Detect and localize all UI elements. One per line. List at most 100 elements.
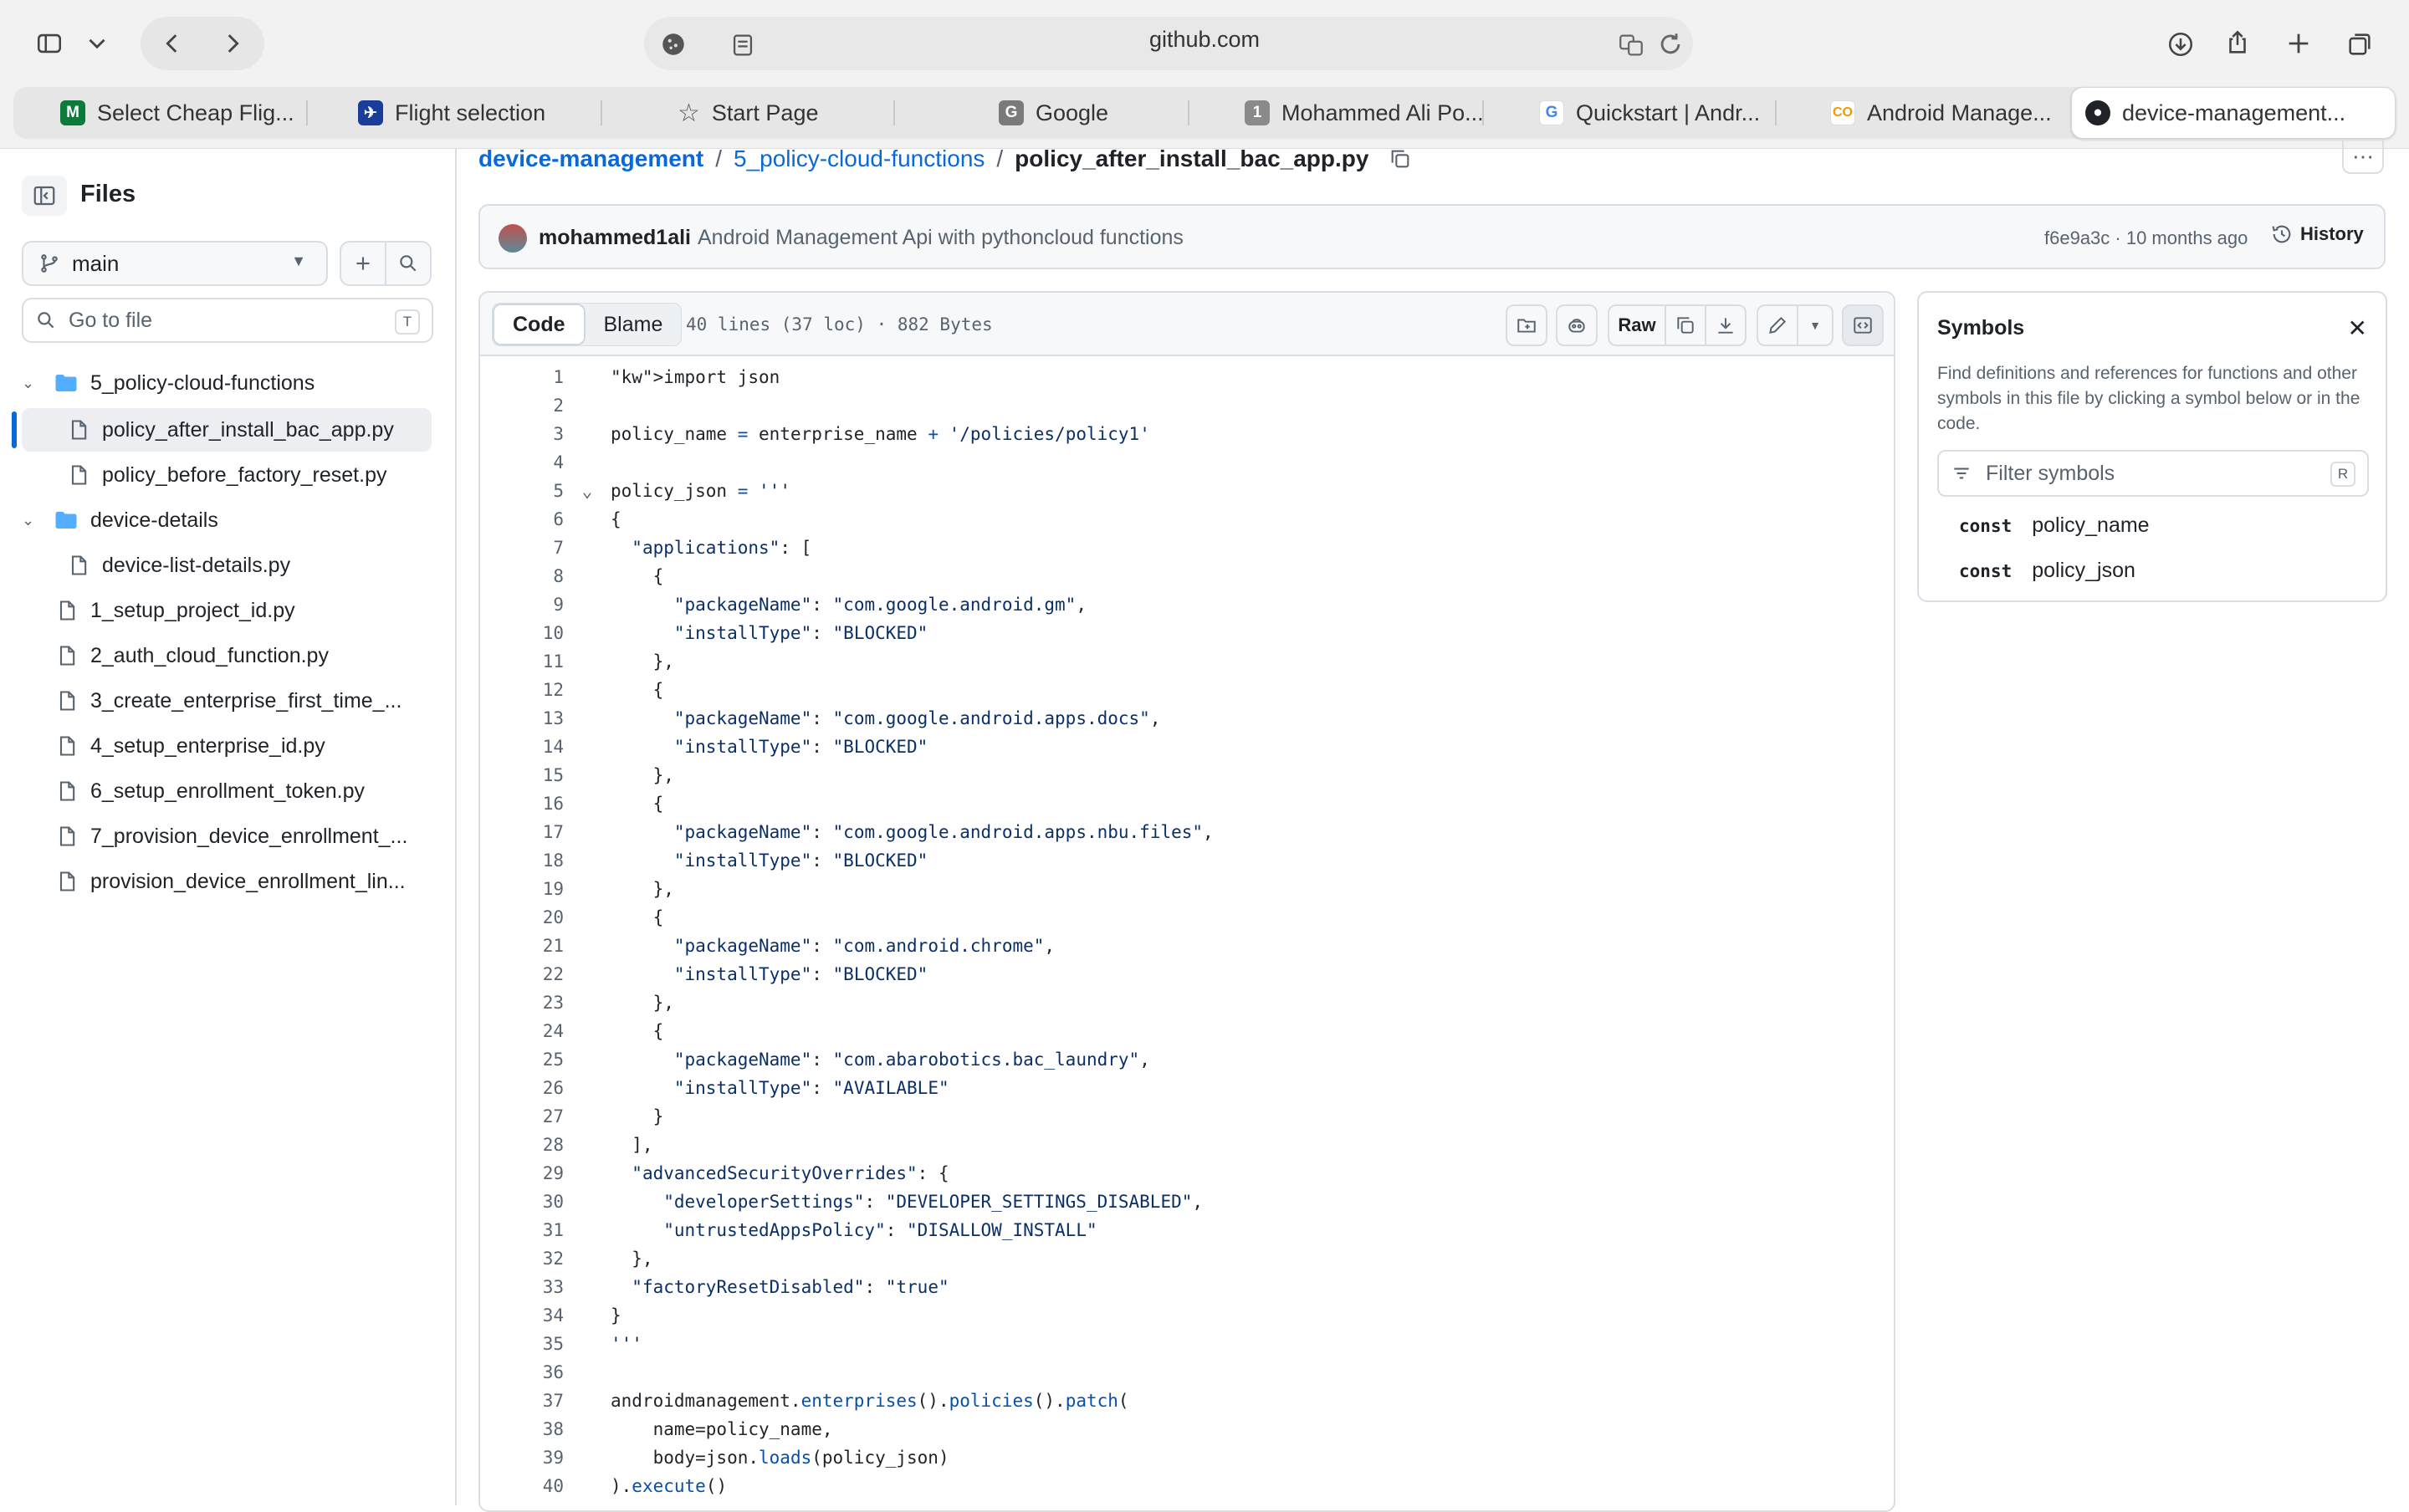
history-button[interactable]: History [2270,222,2364,246]
line-number[interactable]: 2 [480,396,564,416]
line-number[interactable]: 38 [480,1419,564,1439]
line-number[interactable]: 15 [480,765,564,785]
download-raw-button[interactable] [1705,304,1747,346]
code-line[interactable]: 40).execute() [480,1472,1894,1500]
back-icon[interactable] [156,27,189,60]
line-number[interactable]: 7 [480,538,564,558]
code-tab[interactable]: Code [493,304,586,345]
reload-icon[interactable] [1655,28,1686,60]
commit-meta[interactable]: f6e9a3c · 10 months ago [2044,227,2248,249]
line-number[interactable]: 12 [480,680,564,700]
code-line[interactable]: 10 "installType": "BLOCKED" [480,619,1894,647]
tree-file[interactable]: provision_device_enrollment_lin... [22,860,432,903]
code-line[interactable]: 32 }, [480,1244,1894,1273]
code-line[interactable]: 12 { [480,676,1894,704]
go-to-file-input[interactable]: Go to file T [22,298,433,343]
line-number[interactable]: 4 [480,452,564,472]
more-options-button[interactable]: ⋯ [2342,140,2384,174]
tree-folder[interactable]: ⌄ device-details [22,498,432,542]
tree-file[interactable]: 3_create_enterprise_first_time_... [22,679,432,723]
raw-button[interactable]: Raw [1608,304,1666,346]
symbol-item[interactable]: const policy_name [1959,513,2150,538]
tree-file[interactable]: 1_setup_project_id.py [22,589,432,632]
line-number[interactable]: 29 [480,1163,564,1183]
tab-item[interactable]: CO Android Manage... [1817,87,2068,139]
line-number[interactable]: 16 [480,794,564,814]
line-number[interactable]: 11 [480,651,564,672]
line-number[interactable]: 24 [480,1021,564,1041]
code-line[interactable]: 1 "kw">import json [480,363,1894,391]
sidebar-toggle-icon[interactable] [30,25,69,62]
edit-menu-button[interactable]: ▼ [1797,304,1834,346]
tree-file[interactable]: device-list-details.py [22,544,432,587]
line-number[interactable]: 27 [480,1106,564,1126]
code-line[interactable]: 3 policy_name = enterprise_name + '/polic… [480,420,1894,448]
line-number[interactable]: 13 [480,708,564,728]
filter-symbols-input[interactable]: Filter symbols R [1937,450,2369,497]
line-number[interactable]: 37 [480,1391,564,1411]
tree-file-selected[interactable]: policy_after_install_bac_app.py [22,408,432,452]
tree-file[interactable]: 7_provision_device_enrollment_... [22,815,432,858]
code-line[interactable]: 37 androidmanagement.enterprises().polici… [480,1387,1894,1415]
line-number[interactable]: 35 [480,1334,564,1354]
line-number[interactable]: 34 [480,1305,564,1326]
line-number[interactable]: 10 [480,623,564,643]
code-line[interactable]: 27 } [480,1102,1894,1131]
code-line[interactable]: 22 "installType": "BLOCKED" [480,960,1894,988]
code-line[interactable]: 23 }, [480,988,1894,1017]
code-line[interactable]: 4 [480,448,1894,477]
tab-item-active[interactable]: ● device-management... [2071,87,2396,139]
code-line[interactable]: 7 "applications": [ [480,534,1894,562]
line-number[interactable]: 31 [480,1220,564,1240]
collapse-panel-icon[interactable] [22,176,67,216]
forward-icon[interactable] [216,27,249,60]
tab-item[interactable]: G Quickstart | Andr... [1526,87,1790,139]
line-number[interactable]: 19 [480,879,564,899]
close-icon[interactable]: ✕ [2348,314,2367,342]
code-line[interactable]: 39 body=json.loads(policy_json) [480,1443,1894,1472]
line-number[interactable]: 3 [480,424,564,444]
symbols-toggle-button[interactable] [1842,304,1884,346]
edit-button[interactable] [1757,304,1798,346]
line-number[interactable]: 8 [480,566,564,586]
line-number[interactable]: 6 [480,509,564,529]
code-line[interactable]: 19 }, [480,875,1894,903]
code-line[interactable]: 11 }, [480,647,1894,676]
code-line[interactable]: 21 "packageName": "com.android.chrome", [480,932,1894,960]
line-number[interactable]: 9 [480,595,564,615]
line-number[interactable]: 32 [480,1249,564,1269]
code-line[interactable]: 30 "developerSettings": "DEVELOPER_SETTI… [480,1188,1894,1216]
add-file-button[interactable] [340,241,386,286]
blame-tab[interactable]: Blame [586,304,682,345]
line-number[interactable]: 25 [480,1050,564,1070]
line-number[interactable]: 40 [480,1476,564,1496]
copy-path-icon[interactable] [1389,147,1412,171]
code-line[interactable]: 8 { [480,562,1894,590]
tab-item[interactable]: G Google [985,87,1203,139]
tree-file[interactable]: 4_setup_enterprise_id.py [22,724,432,768]
tree-file[interactable]: 2_auth_cloud_function.py [22,634,432,677]
breadcrumb-repo[interactable]: device-management [478,146,703,172]
code-line[interactable]: 13 "packageName": "com.google.android.ap… [480,704,1894,733]
code-line[interactable]: 6{ [480,505,1894,534]
search-files-button[interactable] [385,241,432,286]
line-number[interactable]: 30 [480,1192,564,1212]
tab-item[interactable]: ✈ Flight selection [345,87,604,139]
breadcrumb-folder[interactable]: 5_policy-cloud-functions [734,146,985,172]
line-number[interactable]: 17 [480,822,564,842]
line-number[interactable]: 18 [480,850,564,871]
copilot-button[interactable] [1556,304,1598,346]
download-icon[interactable] [2161,25,2200,64]
line-number[interactable]: 39 [480,1448,564,1468]
copy-raw-button[interactable] [1665,304,1706,346]
code-line[interactable]: 26 "installType": "AVAILABLE" [480,1074,1894,1102]
line-number[interactable]: 28 [480,1135,564,1155]
code-line[interactable]: 34} [480,1301,1894,1330]
translate-icon[interactable] [1614,28,1648,62]
line-number[interactable]: 36 [480,1362,564,1382]
commit-message[interactable]: Android Management Api with pythoncloud … [698,226,1184,250]
code-line[interactable]: 33 "factoryResetDisabled": "true" [480,1273,1894,1301]
code-line[interactable]: 36 [480,1358,1894,1387]
open-folder-button[interactable] [1506,304,1547,346]
fold-chevron-icon[interactable]: ⌄ [564,481,611,501]
